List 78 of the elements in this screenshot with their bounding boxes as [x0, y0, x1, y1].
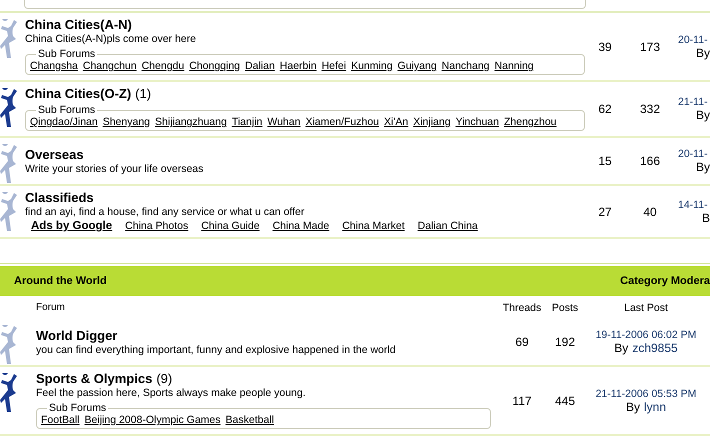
thread-count: 62: [597, 102, 613, 116]
by-label: By: [696, 108, 710, 122]
subforum-link[interactable]: Shijiangzhuang: [155, 116, 227, 128]
category-title: Around the World: [13, 275, 107, 287]
post-count: 192: [554, 335, 576, 349]
by-label: By: [696, 46, 710, 60]
by-label: By: [626, 400, 640, 414]
column-header: Last Post: [624, 302, 668, 314]
post-count: 166: [638, 154, 662, 168]
subforum-link[interactable]: Nanchang: [442, 60, 490, 72]
last-post-date[interactable]: 20-11-: [678, 148, 708, 160]
thread-count: 117: [511, 394, 533, 408]
forum-description: Write your stories of your life overseas: [25, 162, 204, 174]
thread-count: 27: [597, 204, 613, 218]
subforum-link[interactable]: Dalian: [245, 60, 275, 72]
forum-description: Feel the passion here, Sports always make people young.: [36, 387, 307, 399]
forum-title-link[interactable]: Sports & Olympics: [36, 371, 152, 386]
forum-title-link[interactable]: Classifieds: [25, 190, 94, 205]
subforum-link[interactable]: Yinchuan: [456, 116, 499, 128]
subforum-link[interactable]: Xiamen/Fuzhou: [305, 116, 380, 128]
subforum-link[interactable]: Xinjiang: [413, 116, 451, 128]
username-link[interactable]: zch9855: [632, 341, 678, 355]
column-header: Posts: [550, 302, 580, 314]
ad-link[interactable]: Dalian China: [418, 220, 478, 232]
post-count: 40: [642, 204, 658, 218]
subforum-link[interactable]: Hefei: [322, 60, 346, 72]
subforum-link[interactable]: Chongqing: [189, 60, 240, 72]
by-label: By: [696, 160, 710, 174]
ad-link[interactable]: China Market: [342, 220, 405, 232]
forum-description: China Cities(A-N)pls come over here: [25, 33, 197, 45]
ads-by-google-link[interactable]: Ads by Google: [31, 220, 112, 232]
subforum-label: Sub Forums: [47, 402, 108, 414]
subforum-link[interactable]: Changsha: [30, 60, 78, 72]
subforum-link[interactable]: Kunming: [351, 60, 393, 72]
forum-description: you can find everything important, funny and explosive happened in the world: [36, 344, 397, 356]
subforum-label: Sub Forums: [36, 48, 98, 60]
forum-title-link[interactable]: Overseas: [25, 146, 84, 162]
subforum-link[interactable]: FootBall: [41, 414, 80, 426]
subforum-link[interactable]: Xi'An: [384, 116, 408, 128]
subforum-link[interactable]: Qingdao/Jinan: [30, 116, 98, 128]
subforum-link[interactable]: Zhengzhou: [504, 116, 557, 128]
last-post-date[interactable]: 19-11-2006 06:02 PM: [596, 329, 696, 341]
last-post-date[interactable]: 14-11-: [678, 198, 708, 210]
new-post-count: (9): [156, 371, 172, 386]
subforum-link[interactable]: Guiyang: [398, 60, 437, 72]
forum-description: find an ayi, find a house, find any service or what u can offer: [25, 206, 306, 218]
column-header: Threads: [502, 302, 542, 314]
subforum-label: Sub Forums: [36, 104, 98, 116]
subforum-link[interactable]: Chengdu: [142, 60, 184, 72]
subforum-link[interactable]: Wuhan: [267, 116, 300, 128]
forum-title-link[interactable]: China Cities(O-Z): [25, 86, 132, 101]
forum-title-link[interactable]: World Digger: [36, 328, 118, 342]
last-post-date[interactable]: 20-11-: [678, 34, 708, 46]
moderator-label: Category Modera: [620, 275, 710, 287]
by-label: By: [614, 341, 628, 355]
thread-count: 15: [597, 154, 613, 168]
subforum-link[interactable]: Changchun: [82, 60, 137, 72]
ad-link[interactable]: China Made: [272, 220, 330, 232]
subforum-link[interactable]: Haerbin: [280, 60, 317, 72]
subforum-link[interactable]: Beijing 2008-Olympic Games: [84, 414, 221, 426]
subforum-link[interactable]: Basketball: [226, 414, 274, 426]
subforum-link[interactable]: Nanning: [494, 60, 534, 72]
username-link[interactable]: lynn: [644, 400, 666, 414]
ad-link[interactable]: China Guide: [201, 220, 260, 232]
last-post-date[interactable]: 21-11-2006 05:53 PM: [596, 388, 696, 400]
subforum-link[interactable]: Tianjin: [232, 116, 262, 128]
by-label: B: [702, 210, 710, 224]
last-post-date[interactable]: 21-11-: [678, 96, 708, 108]
column-header: Forum: [36, 302, 65, 313]
forum-title-link[interactable]: China Cities(A-N): [25, 17, 132, 32]
new-post-count: (1): [135, 86, 152, 101]
post-count: 173: [638, 40, 662, 54]
thread-count: 69: [514, 335, 530, 349]
ad-link[interactable]: China Photos: [125, 220, 188, 232]
thread-count: 39: [597, 40, 613, 54]
subforum-link[interactable]: Shenyang: [102, 116, 150, 128]
post-count: 332: [638, 102, 662, 116]
post-count: 445: [554, 394, 576, 408]
